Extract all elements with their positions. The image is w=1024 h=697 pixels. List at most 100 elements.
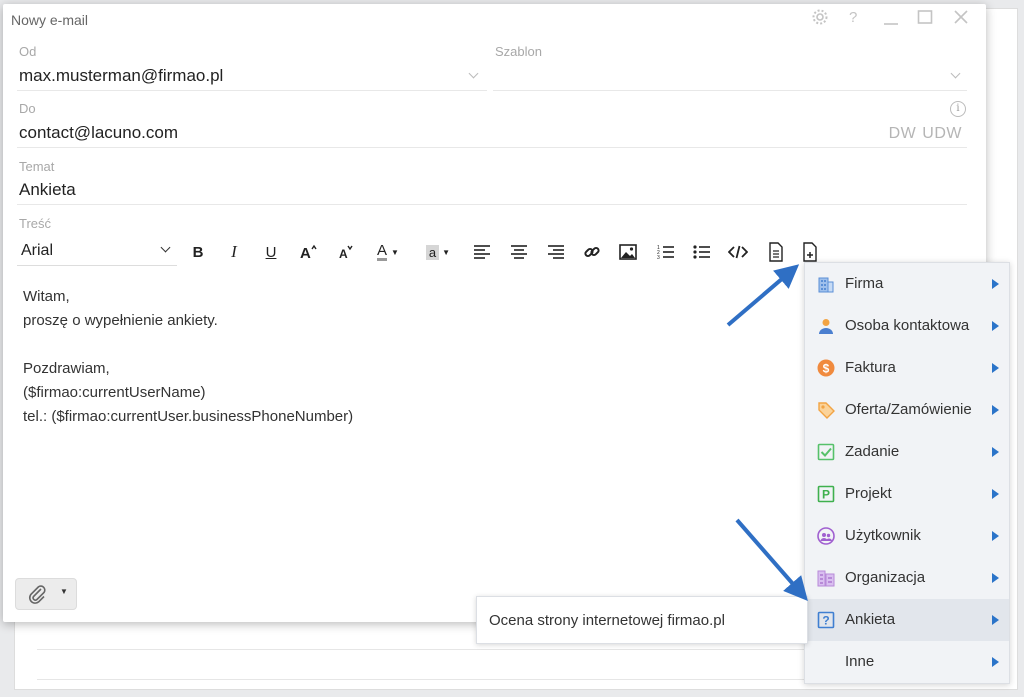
- submenu-arrow-icon: [992, 573, 999, 583]
- menu-item-osoba-kontaktowa[interactable]: Osoba kontaktowa: [805, 305, 1009, 347]
- align-right-icon[interactable]: [543, 240, 569, 264]
- menu-item-label: Zadanie: [845, 443, 900, 460]
- submenu-item-survey[interactable]: Ocena strony internetowej firmao.pl: [489, 612, 725, 629]
- submenu-arrow-icon: [992, 363, 999, 373]
- insert-variable-menu: Firma Osoba kontaktowa $ Faktura Oferta/…: [804, 262, 1010, 684]
- svg-text:?: ?: [822, 614, 829, 628]
- align-center-icon[interactable]: [506, 240, 532, 264]
- chevron-down-icon[interactable]: [468, 68, 479, 79]
- menu-item-zadanie[interactable]: Zadanie: [805, 431, 1009, 473]
- underline-button[interactable]: U: [258, 240, 284, 264]
- svg-text:A: A: [339, 247, 348, 261]
- menu-item-label: Osoba kontaktowa: [845, 317, 970, 334]
- menu-item-label: Oferta/Zamówienie: [845, 401, 972, 418]
- menu-item-label: Inne: [845, 653, 875, 670]
- image-icon[interactable]: [615, 240, 641, 264]
- menu-item-uzytkownik[interactable]: Użytkownik: [805, 515, 1009, 557]
- bold-button[interactable]: B: [185, 240, 211, 264]
- svg-text:A: A: [300, 245, 311, 261]
- body-line: Witam,: [23, 288, 70, 305]
- subject-field[interactable]: Ankieta: [19, 180, 76, 200]
- menu-item-firma[interactable]: Firma: [805, 263, 1009, 305]
- text-color-letter: A: [377, 242, 388, 261]
- submenu-arrow-icon: [992, 489, 999, 499]
- body-line: Pozdrawiam,: [23, 360, 110, 377]
- ordered-list-icon[interactable]: 123: [653, 240, 679, 264]
- chevron-down-icon[interactable]: [950, 68, 961, 79]
- body-line: tel.: ($firmao:currentUser.businessPhone…: [23, 408, 354, 425]
- font-family-select[interactable]: Arial: [17, 235, 177, 266]
- task-check-icon: [817, 443, 835, 461]
- paperclip-icon: [28, 585, 46, 604]
- submenu-arrow-icon: [992, 279, 999, 289]
- menu-item-faktura[interactable]: $ Faktura: [805, 347, 1009, 389]
- close-icon[interactable]: [953, 8, 969, 31]
- to-field[interactable]: contact@lacuno.com: [19, 123, 178, 143]
- menu-item-label: Użytkownik: [845, 527, 921, 544]
- insert-variable-icon[interactable]: [797, 240, 823, 264]
- caret-down-icon: ▼: [391, 247, 399, 257]
- from-field[interactable]: max.musterman@firmao.pl: [19, 66, 223, 86]
- menu-item-label: Organizacja: [845, 569, 926, 586]
- text-color-button[interactable]: A ▼: [371, 240, 405, 264]
- svg-text:P: P: [822, 488, 830, 502]
- font-size-increase-icon[interactable]: A: [295, 240, 321, 264]
- menu-item-oferta-zamowienie[interactable]: Oferta/Zamówienie: [805, 389, 1009, 431]
- maximize-icon[interactable]: [917, 8, 933, 31]
- submenu-arrow-icon: [992, 405, 999, 415]
- svg-text:3: 3: [657, 255, 660, 260]
- bullet-list-icon[interactable]: [689, 240, 715, 264]
- menu-item-inne[interactable]: Inne: [805, 641, 1009, 683]
- body-label: Treść: [19, 216, 52, 231]
- info-icon[interactable]: i: [950, 101, 966, 117]
- project-p-icon: P: [817, 485, 835, 503]
- body-line: ($firmao:currentUserName): [23, 384, 206, 401]
- subject-label: Temat: [19, 159, 55, 174]
- minimize-icon[interactable]: [883, 8, 899, 31]
- to-label: Do: [19, 101, 36, 116]
- bcc-link[interactable]: UDW: [922, 125, 962, 142]
- menu-item-organizacja[interactable]: Organizacja: [805, 557, 1009, 599]
- menu-item-label: Projekt: [845, 485, 892, 502]
- document-icon[interactable]: [763, 240, 789, 264]
- svg-text:$: $: [823, 362, 830, 376]
- background-color-letter: a: [425, 244, 440, 260]
- organization-icon: [817, 570, 835, 587]
- menu-item-label: Faktura: [845, 359, 896, 376]
- offer-tag-icon: [818, 402, 835, 419]
- font-family-value: Arial: [21, 242, 54, 259]
- submenu-arrow-icon: [992, 321, 999, 331]
- cc-link[interactable]: DW: [889, 125, 917, 142]
- template-underline: [493, 90, 967, 91]
- email-body-editor[interactable]: Witam, proszę o wypełnienie ankiety. Poz…: [23, 285, 353, 429]
- body-line: [23, 333, 353, 357]
- template-label: Szablon: [495, 44, 542, 59]
- dialog-title: Nowy e-mail: [11, 12, 89, 28]
- align-left-icon[interactable]: [469, 240, 495, 264]
- chevron-down-icon: [160, 242, 171, 253]
- menu-item-ankieta[interactable]: ? Ankieta: [805, 599, 1009, 641]
- submenu-arrow-icon: [992, 447, 999, 457]
- caret-down-icon: ▼: [442, 247, 451, 257]
- italic-button[interactable]: I: [221, 240, 247, 264]
- from-underline: [17, 90, 487, 91]
- survey-question-icon: ?: [817, 611, 835, 629]
- subject-underline: [17, 204, 967, 205]
- to-underline: [17, 147, 967, 148]
- help-icon[interactable]: ?: [849, 9, 857, 26]
- contact-person-icon: [819, 319, 833, 334]
- building-icon: [818, 277, 834, 293]
- link-icon[interactable]: [579, 240, 605, 264]
- body-line: proszę o wypełnienie ankiety.: [23, 312, 218, 329]
- survey-submenu: Ocena strony internetowej firmao.pl: [476, 596, 808, 644]
- menu-item-label: Firma: [845, 275, 884, 292]
- code-view-icon[interactable]: [725, 240, 751, 264]
- menu-item-projekt[interactable]: P Projekt: [805, 473, 1009, 515]
- background-color-button[interactable]: a ▼: [421, 240, 455, 264]
- caret-down-icon[interactable]: ▼: [60, 587, 68, 596]
- font-size-decrease-icon[interactable]: A: [333, 240, 359, 264]
- from-label: Od: [19, 44, 37, 59]
- gear-icon[interactable]: [811, 8, 829, 31]
- invoice-dollar-icon: $: [817, 359, 835, 377]
- attachment-button[interactable]: ▼: [15, 578, 77, 610]
